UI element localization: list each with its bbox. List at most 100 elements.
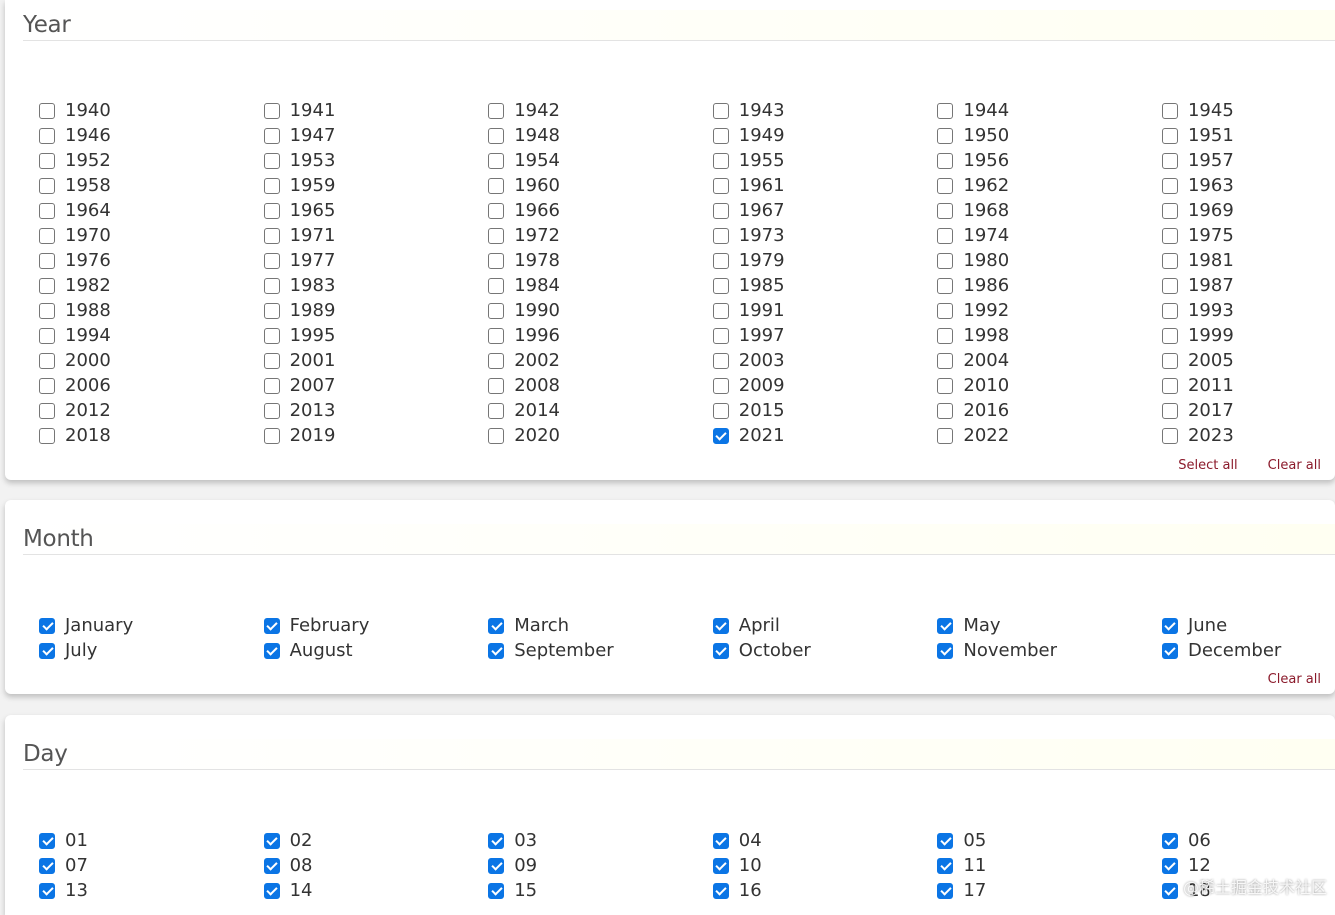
checkbox-checked-icon[interactable] bbox=[937, 857, 954, 874]
checkbox-checked-icon[interactable] bbox=[39, 832, 55, 849]
year-option[interactable]: 1961 bbox=[712, 173, 938, 198]
month-clear-all-link[interactable]: Clear all bbox=[1268, 672, 1321, 687]
year-option[interactable]: 1967 bbox=[712, 198, 938, 223]
day-option[interactable]: 01 bbox=[39, 828, 264, 853]
year-select-all-link[interactable]: Select all bbox=[1178, 458, 1237, 473]
checkbox-icon[interactable] bbox=[488, 402, 505, 419]
checkbox-icon[interactable] bbox=[263, 277, 280, 294]
month-option[interactable]: January bbox=[39, 613, 264, 638]
checkbox-checked-icon[interactable] bbox=[263, 617, 280, 634]
year-option[interactable]: 1940 bbox=[39, 98, 264, 123]
month-option[interactable]: December bbox=[1161, 638, 1335, 663]
year-option[interactable]: 2009 bbox=[712, 373, 938, 398]
year-option[interactable]: 2000 bbox=[39, 348, 264, 373]
checkbox-checked-icon[interactable] bbox=[712, 427, 729, 444]
year-option[interactable]: 1992 bbox=[937, 298, 1162, 323]
year-option[interactable]: 1977 bbox=[263, 248, 489, 273]
checkbox-checked-icon[interactable] bbox=[1161, 882, 1178, 899]
checkbox-icon[interactable] bbox=[39, 402, 55, 419]
day-option[interactable]: 05 bbox=[937, 828, 1162, 853]
month-option[interactable]: August bbox=[263, 638, 489, 663]
checkbox-checked-icon[interactable] bbox=[263, 857, 280, 874]
month-option[interactable]: February bbox=[263, 613, 489, 638]
checkbox-icon[interactable] bbox=[937, 202, 954, 219]
checkbox-checked-icon[interactable] bbox=[712, 642, 729, 659]
year-option[interactable]: 1978 bbox=[488, 248, 713, 273]
checkbox-icon[interactable] bbox=[488, 202, 505, 219]
checkbox-checked-icon[interactable] bbox=[263, 642, 280, 659]
year-option[interactable]: 1990 bbox=[488, 298, 713, 323]
checkbox-icon[interactable] bbox=[39, 127, 55, 144]
year-option[interactable]: 1947 bbox=[263, 123, 489, 148]
year-option[interactable]: 2001 bbox=[263, 348, 489, 373]
year-option[interactable]: 1987 bbox=[1161, 273, 1335, 298]
year-option[interactable]: 1958 bbox=[39, 173, 264, 198]
checkbox-icon[interactable] bbox=[263, 127, 280, 144]
checkbox-icon[interactable] bbox=[712, 227, 729, 244]
checkbox-icon[interactable] bbox=[488, 252, 505, 269]
year-option[interactable]: 1956 bbox=[937, 148, 1162, 173]
checkbox-icon[interactable] bbox=[712, 377, 729, 394]
year-option[interactable]: 2013 bbox=[263, 398, 489, 423]
year-option[interactable]: 1953 bbox=[263, 148, 489, 173]
checkbox-icon[interactable] bbox=[712, 302, 729, 319]
year-option[interactable]: 1951 bbox=[1161, 123, 1335, 148]
checkbox-checked-icon[interactable] bbox=[488, 832, 505, 849]
day-option[interactable]: 03 bbox=[488, 828, 713, 853]
day-option[interactable]: 11 bbox=[937, 853, 1162, 878]
checkbox-icon[interactable] bbox=[39, 177, 55, 194]
year-option[interactable]: 2023 bbox=[1161, 423, 1335, 448]
checkbox-icon[interactable] bbox=[488, 127, 505, 144]
checkbox-icon[interactable] bbox=[712, 352, 729, 369]
checkbox-icon[interactable] bbox=[712, 327, 729, 344]
month-option[interactable]: April bbox=[712, 613, 938, 638]
checkbox-icon[interactable] bbox=[937, 102, 954, 119]
checkbox-icon[interactable] bbox=[263, 327, 280, 344]
year-option[interactable]: 1994 bbox=[39, 323, 264, 348]
year-option[interactable]: 1963 bbox=[1161, 173, 1335, 198]
checkbox-icon[interactable] bbox=[263, 252, 280, 269]
checkbox-checked-icon[interactable] bbox=[1161, 857, 1178, 874]
day-option[interactable]: 06 bbox=[1161, 828, 1335, 853]
year-option[interactable]: 2008 bbox=[488, 373, 713, 398]
checkbox-checked-icon[interactable] bbox=[39, 882, 55, 899]
year-option[interactable]: 2010 bbox=[937, 373, 1162, 398]
checkbox-icon[interactable] bbox=[488, 427, 505, 444]
day-option[interactable]: 09 bbox=[488, 853, 713, 878]
year-option[interactable]: 2006 bbox=[39, 373, 264, 398]
year-option[interactable]: 2020 bbox=[488, 423, 713, 448]
checkbox-icon[interactable] bbox=[1161, 352, 1178, 369]
year-option[interactable]: 1948 bbox=[488, 123, 713, 148]
year-option[interactable]: 2002 bbox=[488, 348, 713, 373]
checkbox-checked-icon[interactable] bbox=[488, 857, 505, 874]
day-option[interactable]: 10 bbox=[712, 853, 938, 878]
year-option[interactable]: 1949 bbox=[712, 123, 938, 148]
checkbox-icon[interactable] bbox=[488, 352, 505, 369]
year-option[interactable]: 2015 bbox=[712, 398, 938, 423]
year-option[interactable]: 1995 bbox=[263, 323, 489, 348]
checkbox-icon[interactable] bbox=[39, 252, 55, 269]
checkbox-icon[interactable] bbox=[937, 427, 954, 444]
year-option[interactable]: 1972 bbox=[488, 223, 713, 248]
checkbox-icon[interactable] bbox=[263, 202, 280, 219]
checkbox-icon[interactable] bbox=[712, 402, 729, 419]
checkbox-checked-icon[interactable] bbox=[263, 882, 280, 899]
year-option[interactable]: 1980 bbox=[937, 248, 1162, 273]
checkbox-icon[interactable] bbox=[712, 127, 729, 144]
checkbox-icon[interactable] bbox=[39, 102, 55, 119]
checkbox-icon[interactable] bbox=[488, 102, 505, 119]
year-option[interactable]: 1996 bbox=[488, 323, 713, 348]
month-option[interactable]: July bbox=[39, 638, 264, 663]
checkbox-checked-icon[interactable] bbox=[1161, 832, 1178, 849]
checkbox-icon[interactable] bbox=[712, 152, 729, 169]
year-option[interactable]: 1945 bbox=[1161, 98, 1335, 123]
checkbox-icon[interactable] bbox=[712, 252, 729, 269]
checkbox-icon[interactable] bbox=[712, 202, 729, 219]
year-option[interactable]: 1983 bbox=[263, 273, 489, 298]
checkbox-icon[interactable] bbox=[1161, 377, 1178, 394]
year-option[interactable]: 2022 bbox=[937, 423, 1162, 448]
day-option[interactable]: 14 bbox=[263, 878, 489, 903]
checkbox-icon[interactable] bbox=[263, 302, 280, 319]
year-option[interactable]: 1979 bbox=[712, 248, 938, 273]
checkbox-icon[interactable] bbox=[1161, 127, 1178, 144]
